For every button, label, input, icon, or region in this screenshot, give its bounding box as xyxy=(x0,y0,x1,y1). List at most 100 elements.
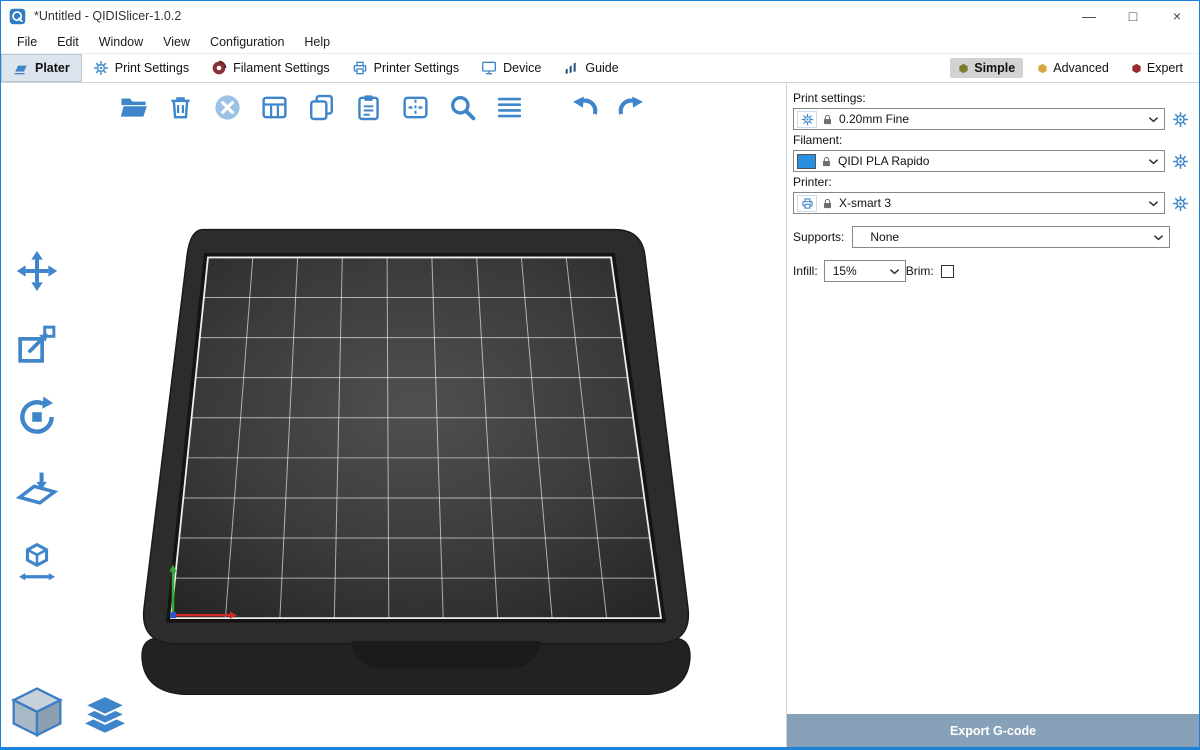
3d-view-cube-icon xyxy=(9,685,65,741)
3d-view-button[interactable] xyxy=(7,683,67,743)
app-window: *Untitled - QIDISlicer-1.0.2 — □ × File … xyxy=(0,0,1200,750)
lock-icon xyxy=(821,197,834,210)
supports-select[interactable]: None xyxy=(852,226,1170,248)
open-button[interactable] xyxy=(113,87,153,127)
delete-all-button[interactable] xyxy=(207,87,247,127)
maximize-button[interactable]: □ xyxy=(1111,1,1155,31)
flatten-tool-button[interactable] xyxy=(9,464,65,516)
tab-label: Plater xyxy=(35,61,70,75)
delete-all-icon xyxy=(213,93,242,122)
tab-device[interactable]: Device xyxy=(470,54,552,82)
delete-button[interactable] xyxy=(160,87,200,127)
chevron-down-icon xyxy=(1148,158,1159,165)
undo-button[interactable] xyxy=(564,87,604,127)
move-icon xyxy=(15,249,59,293)
arrange-button[interactable] xyxy=(254,87,294,127)
tab-bar: Plater Print Settings Filament Settings … xyxy=(1,53,1199,83)
close-button[interactable]: × xyxy=(1155,1,1199,31)
brim-checkbox[interactable] xyxy=(941,265,954,278)
tab-label: Guide xyxy=(585,61,618,75)
filament-color-swatch xyxy=(797,154,816,169)
3d-viewport[interactable] xyxy=(1,83,786,747)
monitor-icon xyxy=(481,60,497,76)
printer-label: Printer: xyxy=(793,175,1190,189)
infill-select[interactable]: 15% xyxy=(824,260,906,282)
measure-icon xyxy=(15,541,59,585)
plater-icon xyxy=(13,60,29,76)
paste-icon xyxy=(354,93,383,122)
redo-icon xyxy=(617,93,646,122)
edit-printer-button[interactable] xyxy=(1171,194,1190,213)
search-button[interactable] xyxy=(442,87,482,127)
menu-configuration[interactable]: Configuration xyxy=(200,33,294,51)
print-settings-value: 0.20mm Fine xyxy=(839,112,909,126)
tab-printer-settings[interactable]: Printer Settings xyxy=(341,54,470,82)
lock-icon xyxy=(821,113,834,126)
hexagon-icon xyxy=(958,63,969,74)
menu-view[interactable]: View xyxy=(153,33,200,51)
infill-value: 15% xyxy=(833,264,857,278)
scale-tool-button[interactable] xyxy=(9,318,65,370)
tab-plater[interactable]: Plater xyxy=(1,54,82,82)
menu-window[interactable]: Window xyxy=(89,33,153,51)
copy-button[interactable] xyxy=(301,87,341,127)
app-logo-icon xyxy=(9,8,26,25)
menu-help[interactable]: Help xyxy=(294,33,340,51)
gear-icon xyxy=(1172,153,1189,170)
edit-filament-button[interactable] xyxy=(1171,152,1190,171)
search-icon xyxy=(448,93,477,122)
mode-expert[interactable]: Expert xyxy=(1123,58,1191,78)
hexagon-icon xyxy=(1037,63,1048,74)
minimize-button[interactable]: — xyxy=(1067,1,1111,31)
filament-select[interactable]: QIDI PLA Rapido xyxy=(793,150,1165,172)
tab-label: Device xyxy=(503,61,541,75)
print-settings-select[interactable]: 0.20mm Fine xyxy=(793,108,1165,130)
tab-guide[interactable]: Guide xyxy=(552,54,629,82)
printer-icon xyxy=(352,60,368,76)
settings-panel: Print settings: 0.20mm Fine Filament: xyxy=(787,83,1199,747)
view-switcher xyxy=(7,683,131,743)
rotate-icon xyxy=(15,395,59,439)
undo-icon xyxy=(570,93,599,122)
export-gcode-button[interactable]: Export G-code xyxy=(787,714,1199,747)
supports-value: None xyxy=(870,230,899,244)
chevron-down-icon xyxy=(889,268,900,275)
build-plate[interactable] xyxy=(1,83,786,747)
supports-label: Supports: xyxy=(793,230,844,244)
layers-view-icon xyxy=(81,693,129,741)
tab-print-settings[interactable]: Print Settings xyxy=(82,54,200,82)
tab-label: Print Settings xyxy=(115,61,189,75)
copy-icon xyxy=(307,93,336,122)
tab-label: Filament Settings xyxy=(233,61,330,75)
guide-bars-icon xyxy=(563,60,579,76)
measure-tool-button[interactable] xyxy=(9,537,65,589)
redo-button[interactable] xyxy=(611,87,651,127)
window-controls: — □ × xyxy=(1067,1,1199,31)
split-button[interactable] xyxy=(395,87,435,127)
move-tool-button[interactable] xyxy=(9,245,65,297)
layers-view-button[interactable] xyxy=(79,691,131,743)
mode-label: Advanced xyxy=(1053,61,1109,75)
filament-spool-icon xyxy=(211,60,227,76)
mode-simple[interactable]: Simple xyxy=(950,58,1023,78)
open-folder-icon xyxy=(119,93,148,122)
menu-edit[interactable]: Edit xyxy=(47,33,89,51)
paste-button[interactable] xyxy=(348,87,388,127)
viewport-toolbar xyxy=(113,87,651,127)
chevron-down-icon xyxy=(1148,200,1159,207)
rotate-tool-button[interactable] xyxy=(9,391,65,443)
brim-label: Brim: xyxy=(906,264,934,278)
printer-icon xyxy=(797,195,817,212)
scale-icon xyxy=(15,322,59,366)
tab-label: Printer Settings xyxy=(374,61,459,75)
printer-select[interactable]: X-smart 3 xyxy=(793,192,1165,214)
mode-advanced[interactable]: Advanced xyxy=(1029,58,1117,78)
edit-print-settings-button[interactable] xyxy=(1171,110,1190,129)
variable-layers-button[interactable] xyxy=(489,87,529,127)
flatten-icon xyxy=(15,468,59,512)
lock-icon xyxy=(820,155,833,168)
menu-file[interactable]: File xyxy=(7,33,47,51)
filament-value: QIDI PLA Rapido xyxy=(838,154,929,168)
infill-label: Infill: xyxy=(793,264,818,278)
tab-filament-settings[interactable]: Filament Settings xyxy=(200,54,341,82)
